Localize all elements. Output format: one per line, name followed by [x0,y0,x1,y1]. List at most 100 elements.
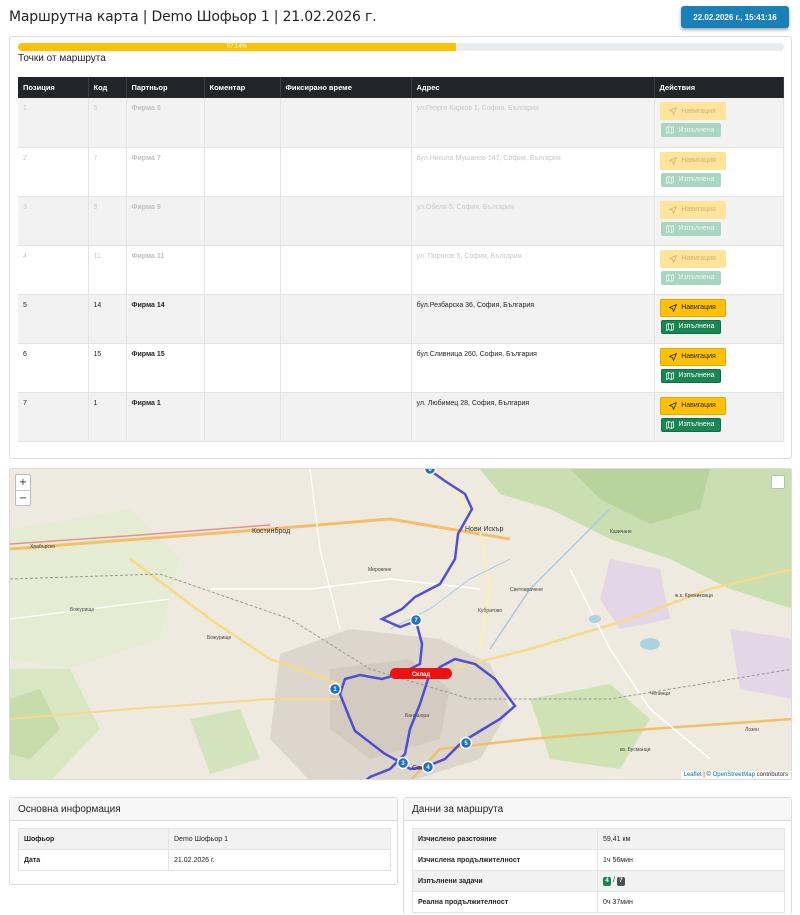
row-code: 11 [88,245,127,295]
table-header-row: Позиция Код Партньор Коментар Фиксирано … [18,77,784,98]
leaflet-link[interactable]: Leaflet [684,772,702,778]
map-label-kazichane: Казичане [610,529,632,535]
navigation-button[interactable]: Навигация [659,102,726,120]
zoom-in-button[interactable]: + [16,475,30,490]
basic-info-card: Основна информация Шофьор Demo Шофьор 1 … [9,797,398,885]
row-fixed-time [280,294,412,344]
zoom-out-button[interactable]: − [16,490,30,505]
row-fixed-time [280,245,412,295]
row-fixed-time [280,343,412,393]
map-icon [666,273,675,282]
row-address: ул. Любимец 28, София, България [411,392,655,442]
row-address: бул.Никола Мушанов 147, София, България [411,147,655,197]
col-address: Адрес [411,77,655,98]
col-comment: Коментар [204,77,281,98]
route-points-card: 57,14% Точки от маршрута Позиция Код Пар… [9,36,792,459]
driver-label: Шофьор [18,828,169,850]
table-row: 4 11 Фирма 11 ул. Пирогов 5, София, Българи… [18,245,784,295]
col-code: Код [88,77,127,98]
duration-label: Изчислена продължителност [412,849,598,871]
map-marker-4[interactable]: 4 [421,760,435,774]
route-points-title: Точки от маршрута [18,53,106,64]
completed-button[interactable]: Изпълнена [660,172,721,187]
row-code: 9 [88,196,127,246]
completed-button[interactable]: Изпълнена [660,319,721,334]
map-label-kubratovo: Кубратово [478,608,502,614]
navigation-button[interactable]: Навигация [659,298,726,317]
table-row: 2 7 Фирма 7 бул.Никола Мушанов 147, София, … [18,147,784,197]
real-duration-row: Реална продължителност 0ч 37мин [412,891,785,913]
map-layers-icon[interactable] [771,475,785,489]
svg-text:Склад: Склад [412,672,431,678]
navigation-icon [669,107,678,115]
map-icon [666,371,675,380]
completed-button[interactable]: Изпълнена [660,417,721,432]
tasks-done-badge: 4 [603,876,611,886]
row-actions: Навигация Изпълнена [654,392,784,442]
map-label-kostinbrod: Костинброд [252,527,290,535]
col-partner: Партньор [126,77,205,98]
map-label-mirovyane: Мировяне [368,567,392,573]
row-comment [204,245,281,295]
row-position: 2 [18,147,89,197]
map-label-hrabarsko: Храбърско [30,544,55,550]
navigation-button[interactable]: Навигация [659,200,726,219]
row-position: 5 [18,294,89,344]
row-code: 5 [88,98,127,148]
row-position: 1 [18,98,89,148]
warehouse-marker[interactable]: Склад [390,668,452,679]
map-label-chepinci: Чепинци [650,691,670,697]
osm-link[interactable]: OpenStreetMap [713,772,755,778]
map-attribution: Leaflet | © OpenStreetMap contributors [680,771,791,779]
real-duration-label: Реална продължителност [412,891,598,913]
navigation-icon [669,401,678,410]
map-marker-3[interactable]: 3 [396,756,410,770]
navigation-button[interactable]: Навигация [659,347,726,366]
row-actions: Навигация Изпълнена [654,196,784,246]
table-row: 5 14 Фирма 14 бул.Резбарска 36, София, Бълг… [18,294,784,344]
completed-button[interactable]: Изпълнена [660,221,721,236]
completed-button[interactable]: Изпълнена [660,368,721,383]
map-icon [666,175,675,184]
navigation-icon [669,352,678,361]
map-marker-7[interactable]: 7 [409,613,423,627]
row-code: 14 [88,294,127,344]
row-position: 7 [18,392,89,442]
map-marker-1[interactable]: 1 [328,682,342,696]
map-label-svetovrachene: Световрачене [510,587,543,593]
row-partner: Фирма 9 [126,196,205,246]
map-marker-5[interactable]: 5 [459,736,473,750]
row-comment [204,147,281,197]
completed-button[interactable]: Изпълнена [660,270,721,285]
map-marker-6[interactable]: 6 [423,469,437,476]
map-zoom-control: + − [15,474,31,506]
row-partner: Фирма 1 [126,392,205,442]
row-actions: Навигация Изпълнена [654,245,784,295]
navigation-button[interactable]: Навигация [659,249,726,268]
row-comment [204,343,281,393]
datetime-badge: 22.02.2026 г., 15:41:16 [681,6,789,28]
route-info-title: Данни за маршрута [404,798,791,821]
date-value: 21.02.2026 г. [168,849,391,871]
row-comment [204,294,281,344]
navigation-button[interactable]: Навигация [659,396,726,415]
row-partner: Фирма 7 [126,147,205,197]
map-tiles[interactable]: Костинброд Нови Искър Божурище Божурище … [10,469,792,780]
real-duration-value: 0ч 37мин [597,891,785,913]
tasks-row: Изпълнени задачи 4 / 7 [412,870,785,892]
driver-value: Demo Шофьор 1 [168,828,391,850]
duration-value: 1ч 56мин [597,849,785,871]
basic-info-table: Шофьор Demo Шофьор 1 Дата 21.02.2026 г. [18,828,391,871]
date-label: Дата [18,849,169,871]
navigation-button[interactable]: Навигация [659,151,726,170]
row-comment [204,392,281,442]
completed-button[interactable]: Изпълнена [660,123,721,137]
table-row: 3 9 Фирма 9 ул.Обеля 5, София, България Нави… [18,196,784,246]
row-code: 15 [88,343,127,393]
navigation-icon [669,156,678,165]
distance-value: 59,41 км [597,828,785,850]
date-row: Дата 21.02.2026 г. [18,849,391,871]
route-map[interactable]: Костинброд Нови Искър Божурище Божурище … [9,468,792,780]
tasks-total-badge: 7 [616,876,625,886]
driver-row: Шофьор Demo Шофьор 1 [18,828,391,850]
